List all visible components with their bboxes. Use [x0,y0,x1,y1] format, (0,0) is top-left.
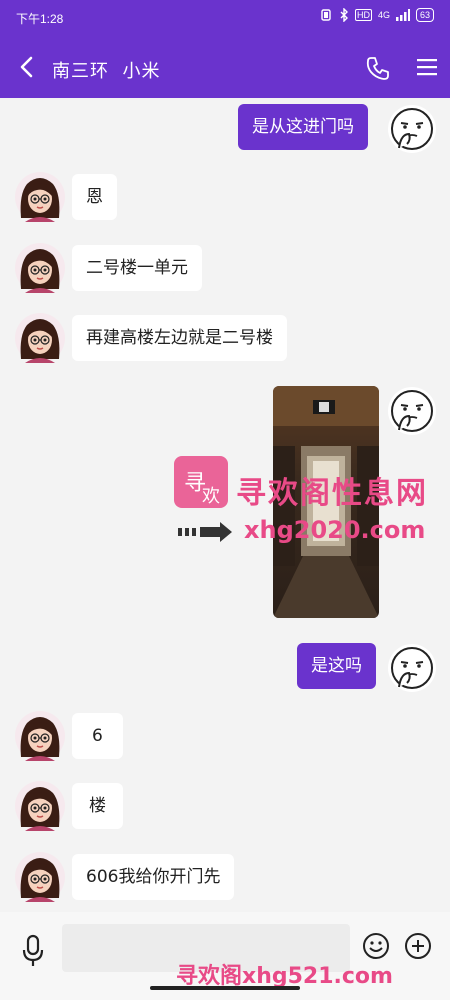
message-bubble[interactable]: 二号楼一单元 [72,245,202,291]
header: 下午1:28 HD 4G 63 南三环 小米 [0,0,450,98]
network-type: 4G [377,10,390,20]
status-icons: HD 4G 63 [319,8,434,22]
own-avatar[interactable] [387,643,437,693]
message-bubble[interactable]: 606我给你开门先 [72,854,235,900]
message-bubble[interactable]: 再建高楼左边就是二号楼 [72,315,287,361]
contact-avatar[interactable] [15,781,65,831]
microphone-icon[interactable] [20,934,46,968]
add-icon[interactable] [404,932,432,960]
watermark-logo: 寻 欢 [174,456,228,508]
vibrate-icon [321,9,331,21]
svg-text:欢: 欢 [202,486,220,507]
message-bubble[interactable]: 是这吗 [297,643,376,689]
message-bubble[interactable]: 楼 [72,783,123,829]
contact-avatar[interactable] [15,313,65,363]
contact-avatar[interactable] [15,852,65,902]
arrow-icon [178,522,232,542]
hd-badge: HD [354,9,372,21]
bluetooth-icon [340,8,348,22]
message-bubble[interactable]: 6 [72,713,123,759]
phone-icon[interactable] [364,54,392,82]
contact-avatar[interactable] [15,243,65,293]
input-bar: 寻欢阁xhg521.com [0,912,450,1000]
message-bubble[interactable]: 恩 [72,174,117,220]
status-bar: 下午1:28 HD 4G 63 [0,0,450,38]
battery-indicator: 63 [415,8,434,22]
message-bubble[interactable]: 是从这进门吗 [238,104,368,150]
status-time: 下午1:28 [16,12,64,26]
own-avatar[interactable] [387,104,437,154]
contact-avatar[interactable] [15,711,65,761]
emoji-icon[interactable] [362,932,390,960]
contact-avatar[interactable] [15,172,65,222]
home-indicator[interactable] [150,986,300,990]
back-arrow-icon[interactable] [14,52,40,82]
svg-text:寻: 寻 [184,471,206,496]
title-bar: 南三环 小米 [0,38,450,98]
chat-title: 南三环 小米 [52,61,161,82]
signal-icon [395,9,410,21]
menu-icon[interactable] [416,56,438,78]
photo-message[interactable] [273,386,379,618]
own-avatar[interactable] [387,386,437,436]
